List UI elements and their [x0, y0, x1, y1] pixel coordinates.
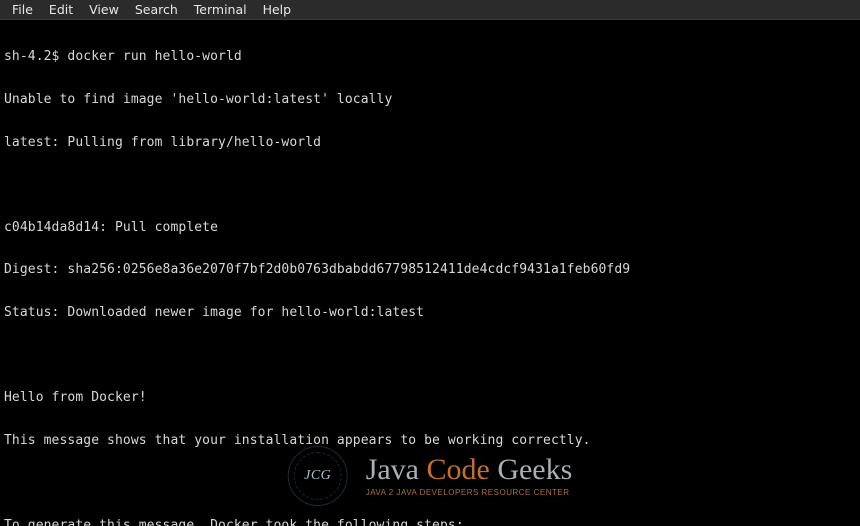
output-line: This message shows that your installatio…: [4, 434, 856, 448]
output-line: [4, 178, 856, 192]
output-line: c04b14da8d14: Pull complete: [4, 221, 856, 235]
menu-help[interactable]: Help: [255, 0, 300, 19]
menubar: File Edit View Search Terminal Help: [0, 0, 860, 20]
output-line: Status: Downloaded newer image for hello…: [4, 306, 856, 320]
menu-search[interactable]: Search: [127, 0, 186, 19]
output-line: To generate this message, Docker took th…: [4, 519, 856, 526]
output-line: Unable to find image 'hello-world:latest…: [4, 93, 856, 107]
menu-view[interactable]: View: [81, 0, 127, 19]
output-line: Hello from Docker!: [4, 391, 856, 405]
terminal-output[interactable]: sh-4.2$ docker run hello-world Unable to…: [0, 20, 860, 526]
output-line: Digest: sha256:0256e8a36e2070f7bf2d0b076…: [4, 263, 856, 277]
command-line: sh-4.2$ docker run hello-world: [4, 50, 856, 64]
shell-prompt: sh-4.2$: [4, 49, 67, 64]
menu-edit[interactable]: Edit: [41, 0, 81, 19]
menu-file[interactable]: File: [4, 0, 41, 19]
entered-command: docker run hello-world: [67, 49, 241, 64]
output-line: [4, 349, 856, 363]
output-line: [4, 476, 856, 490]
output-line: latest: Pulling from library/hello-world: [4, 136, 856, 150]
menu-terminal[interactable]: Terminal: [186, 0, 255, 19]
